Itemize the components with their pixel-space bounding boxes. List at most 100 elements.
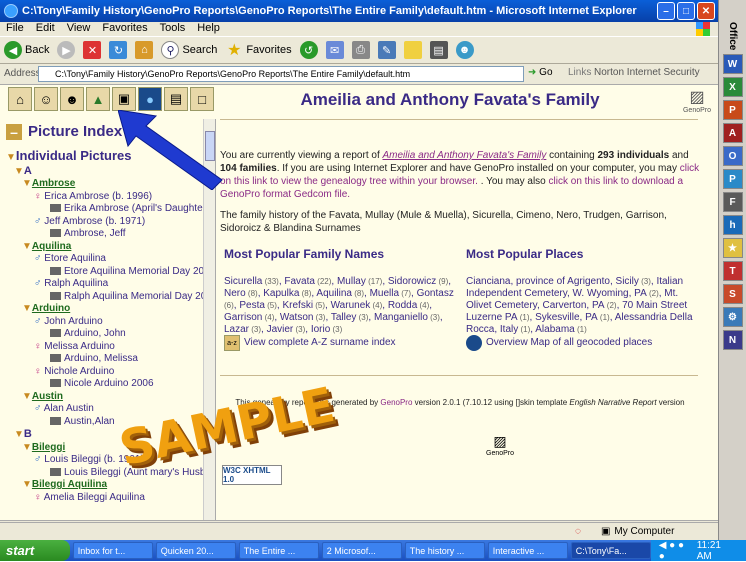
tree-picture[interactable]: Ambrose, Jeff: [6, 228, 215, 241]
favorites-button[interactable]: ★ Favorites: [225, 41, 291, 59]
tree-person[interactable]: ♀ Melissa Arduino: [6, 341, 215, 354]
surname-link[interactable]: Sicurella: [224, 276, 262, 287]
tree-family[interactable]: ▼Arduino: [6, 303, 215, 316]
surname-link[interactable]: Lazar: [224, 324, 249, 335]
tree-picture[interactable]: Ralph Aquilina Memorial Day 2006: [6, 291, 215, 304]
messenger-button[interactable]: ☻: [455, 41, 474, 59]
w3c-badge[interactable]: W3C XHTML 1.0: [222, 465, 282, 485]
family-report-link[interactable]: Ameilia and Anthony Favata's Family: [383, 150, 547, 161]
surname-link[interactable]: Favata: [284, 276, 315, 287]
access-icon[interactable]: A: [722, 123, 743, 144]
surname-link[interactable]: Watson: [280, 312, 314, 323]
word-icon[interactable]: W: [722, 54, 743, 75]
camera-nav-icon[interactable]: ▣: [112, 87, 136, 111]
surname-link[interactable]: Krefski: [282, 300, 313, 311]
surname-link[interactable]: Manganiello: [374, 312, 428, 323]
print-button[interactable]: ⎙: [351, 41, 370, 59]
norton-toolbar[interactable]: Norton Internet Security: [594, 67, 700, 78]
tree-nav-icon[interactable]: ▲: [86, 87, 110, 111]
research-button[interactable]: ▤: [429, 41, 448, 59]
powerpoint-icon[interactable]: P: [722, 100, 743, 121]
tree-person[interactable]: ♀ Nichole Arduino: [6, 366, 215, 379]
outlook-icon[interactable]: O: [722, 146, 743, 167]
individual-nav-icon[interactable]: ☺: [34, 87, 58, 111]
menu-file[interactable]: File: [6, 22, 24, 36]
taskbar-button[interactable]: C:\Tony\Fa...: [570, 542, 651, 559]
tree-picture[interactable]: Arduino, John: [6, 328, 215, 341]
tree-picture[interactable]: Etore Aquilina Memorial Day 2006: [6, 266, 215, 279]
menu-edit[interactable]: Edit: [36, 22, 55, 36]
minimize-button[interactable]: –: [657, 2, 675, 20]
menu-favorites[interactable]: Favorites: [102, 22, 147, 36]
taskbar-button[interactable]: The Entire ...: [238, 542, 319, 559]
overview-map-link[interactable]: Overview Map of all geocoded places: [486, 337, 652, 349]
home-nav-icon[interactable]: ⌂: [8, 87, 32, 111]
window-nav-icon[interactable]: □: [190, 87, 214, 111]
refresh-button[interactable]: ↻: [109, 41, 128, 59]
surname-link[interactable]: Pesta: [239, 300, 265, 311]
menu-tools[interactable]: Tools: [160, 22, 186, 36]
tree-person[interactable]: ♂ Ralph Aquilina: [6, 278, 215, 291]
tree-family[interactable]: ▼Aquilina: [6, 241, 215, 254]
globe-nav-icon[interactable]: ●: [138, 87, 162, 111]
tree-person[interactable]: ♂ Etore Aquilina: [6, 253, 215, 266]
go-button[interactable]: ➜ Go: [528, 67, 553, 78]
frontpage-icon[interactable]: F: [722, 192, 743, 213]
mail-button[interactable]: ✉: [325, 41, 344, 59]
surname-link[interactable]: Gontasz: [417, 288, 454, 299]
stop-button[interactable]: ✕: [83, 41, 102, 59]
tree-family[interactable]: ▼Bileggi Aquilina: [6, 479, 215, 492]
settings-icon[interactable]: ⚙: [722, 307, 743, 328]
clipart-icon[interactable]: ★: [722, 238, 743, 259]
document-nav-icon[interactable]: ▤: [164, 87, 188, 111]
tree-family[interactable]: ▼Austin: [6, 391, 215, 404]
tree-person[interactable]: ♂ Jeff Ambrose (b. 1971): [6, 216, 215, 229]
tree-person[interactable]: ♀ Amelia Bileggi Aquilina: [6, 492, 215, 505]
families-nav-icon[interactable]: ☻: [60, 87, 84, 111]
place-link[interactable]: Alabama: [535, 324, 574, 335]
forward-button[interactable]: ▶: [57, 41, 76, 59]
collapse-icon[interactable]: –: [6, 123, 22, 140]
surname-link[interactable]: Rodda: [388, 300, 417, 311]
genopro-link[interactable]: GenoPro: [380, 398, 412, 407]
tree-person[interactable]: ♂ John Arduino: [6, 316, 215, 329]
publisher-icon[interactable]: P: [722, 169, 743, 190]
az-index-link[interactable]: View complete A-Z surname index: [244, 337, 396, 349]
text-icon[interactable]: T: [722, 261, 743, 282]
address-input[interactable]: C:\Tony\Family History\GenoPro Reports\G…: [38, 66, 524, 82]
taskbar-button[interactable]: The history ...: [404, 542, 485, 559]
start-button[interactable]: start: [0, 540, 70, 561]
surname-link[interactable]: Javier: [267, 324, 294, 335]
edit-button[interactable]: ✎: [377, 41, 396, 59]
tool-icon[interactable]: S: [722, 284, 743, 305]
taskbar-button[interactable]: Quicken 20...: [155, 542, 236, 559]
taskbar-button[interactable]: 2 Microsof...: [321, 542, 402, 559]
back-button[interactable]: ◀ Back: [4, 41, 49, 59]
place-link[interactable]: Cianciana, province of Agrigento, Sicily: [466, 276, 639, 287]
place-link[interactable]: Sykesville, PA: [535, 312, 598, 323]
tree-picture[interactable]: Arduino, Melissa: [6, 353, 215, 366]
history-button[interactable]: ↺: [299, 41, 318, 59]
surname-link[interactable]: Muella: [370, 288, 399, 299]
surname-link[interactable]: Iorio: [311, 324, 330, 335]
close-button[interactable]: ✕: [697, 2, 715, 20]
taskbar-button[interactable]: Interactive ...: [487, 542, 568, 559]
az-index-link-row[interactable]: a-z View complete A-Z surname index: [224, 335, 396, 351]
menu-view[interactable]: View: [67, 22, 91, 36]
surname-link[interactable]: Warunek: [331, 300, 371, 311]
taskbar-button[interactable]: Inbox for t...: [72, 542, 153, 559]
surname-link[interactable]: Mullay: [337, 276, 366, 287]
photo-editor-icon[interactable]: h: [722, 215, 743, 236]
excel-icon[interactable]: X: [722, 77, 743, 98]
map-link-row[interactable]: Overview Map of all geocoded places: [466, 335, 652, 351]
search-button[interactable]: ⚲ Search: [161, 41, 217, 59]
tree-person[interactable]: ♀ Erica Ambrose (b. 1996): [6, 191, 215, 204]
tree-picture[interactable]: Louis Bileggi (Aunt mary's Husband): [6, 467, 215, 480]
maximize-button[interactable]: □: [677, 2, 695, 20]
notes-button[interactable]: [403, 41, 422, 59]
menu-help[interactable]: Help: [197, 22, 220, 36]
network-icon[interactable]: N: [722, 330, 743, 351]
tree-picture[interactable]: Erika Ambrose (April's Daughter): [6, 203, 215, 216]
surname-link[interactable]: Kapulka: [263, 288, 299, 299]
surname-link[interactable]: Garrison: [224, 312, 262, 323]
